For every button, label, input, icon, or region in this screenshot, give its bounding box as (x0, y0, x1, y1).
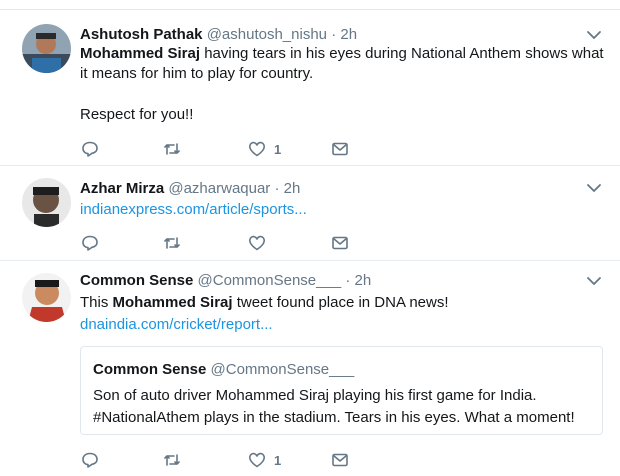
retweet-button[interactable] (163, 450, 181, 470)
timeline-feed: Ashutosh Pathak @ashutosh_nishu · 2h Moh… (0, 0, 620, 476)
reply-icon (82, 235, 98, 251)
username[interactable]: @ashutosh_nishu (207, 26, 327, 43)
tweet-text: indianexpress.com/article/sports... (80, 200, 605, 220)
tweet-text-line: Respect for you!! (80, 106, 194, 123)
separator-dot: · (331, 26, 337, 43)
display-name[interactable]: Common Sense (80, 272, 193, 289)
mention-bold: Mohammed Siraj (112, 294, 233, 311)
display-name[interactable]: Ashutosh Pathak (80, 26, 203, 43)
chevron-down-icon[interactable] (586, 180, 602, 196)
avatar[interactable] (22, 273, 71, 322)
avatar[interactable] (22, 24, 71, 73)
mention-bold: Mohammed Siraj (80, 45, 201, 62)
article-link[interactable]: indianexpress.com/article/sports... (80, 201, 307, 218)
timestamp[interactable]: 2h (355, 272, 372, 289)
chevron-down-icon[interactable] (586, 27, 602, 43)
tweet-text-post: tweet found place in DNA news! (232, 294, 449, 311)
tweet-text: This Mohammed Siraj tweet found place in… (80, 293, 605, 313)
message-icon (332, 142, 348, 156)
like-button[interactable]: 1 (248, 450, 281, 470)
avatar[interactable] (22, 178, 71, 227)
tweet-card[interactable]: Azhar Mirza @azharwaquar · 2h indianexpr… (0, 166, 620, 261)
chevron-down-icon[interactable] (586, 273, 602, 289)
quoted-text-line: #NationalAthem plays in the stadium. Tea… (93, 409, 575, 426)
retweet-icon (164, 454, 180, 466)
quoted-text-line: Son of auto driver Mohammed Siraj playin… (93, 387, 537, 404)
timestamp[interactable]: 2h (340, 26, 357, 43)
message-icon (332, 236, 348, 250)
article-link[interactable]: dnaindia.com/cricket/report... (80, 316, 273, 333)
retweet-button[interactable] (163, 139, 181, 159)
like-button[interactable] (248, 233, 274, 253)
like-count: 1 (274, 452, 282, 468)
retweet-icon (164, 143, 180, 155)
tweet-header: Common Sense @CommonSense___ · 2h (80, 272, 371, 290)
reply-icon (82, 452, 98, 468)
quoted-tweet-text: Son of auto driver Mohammed Siraj playin… (93, 385, 593, 429)
username[interactable]: @CommonSense___ (198, 272, 342, 289)
separator-dot: · (274, 180, 280, 197)
reply-button[interactable] (81, 233, 99, 253)
tweet-header: Ashutosh Pathak @ashutosh_nishu · 2h (80, 26, 357, 44)
message-icon (332, 453, 348, 467)
retweet-icon (164, 237, 180, 249)
tweet-actions: 1 (81, 450, 381, 470)
tweet-link-line: dnaindia.com/cricket/report... (80, 315, 605, 335)
like-button[interactable]: 1 (248, 139, 281, 159)
quoted-username: @CommonSense___ (210, 361, 355, 378)
display-name[interactable]: Azhar Mirza (80, 180, 164, 197)
quoted-display-name: Common Sense (93, 361, 207, 378)
separator-dot: · (345, 272, 351, 289)
tweet-text-pre: This (80, 294, 113, 311)
quoted-tweet-header: Common Sense @CommonSense___ (93, 361, 354, 378)
retweet-button[interactable] (163, 233, 181, 253)
message-button[interactable] (331, 450, 349, 470)
tweet-header: Azhar Mirza @azharwaquar · 2h (80, 180, 300, 198)
reply-button[interactable] (81, 450, 99, 470)
like-icon (248, 235, 266, 251)
timestamp[interactable]: 2h (284, 180, 301, 197)
tweet-actions: 1 (81, 139, 381, 159)
like-icon (248, 452, 266, 468)
reply-icon (82, 141, 98, 157)
reply-button[interactable] (81, 139, 99, 159)
message-button[interactable] (331, 233, 349, 253)
tweet-card[interactable]: Ashutosh Pathak @ashutosh_nishu · 2h Moh… (0, 10, 620, 166)
like-count: 1 (274, 141, 282, 157)
top-divider (0, 0, 620, 10)
tweet-text: Mohammed Siraj having tears in his eyes … (80, 44, 605, 84)
quoted-tweet[interactable]: Common Sense @CommonSense___ Son of auto… (80, 346, 603, 435)
username[interactable]: @azharwaquar (168, 180, 270, 197)
tweet-actions (81, 233, 381, 253)
message-button[interactable] (331, 139, 349, 159)
like-icon (248, 141, 266, 157)
